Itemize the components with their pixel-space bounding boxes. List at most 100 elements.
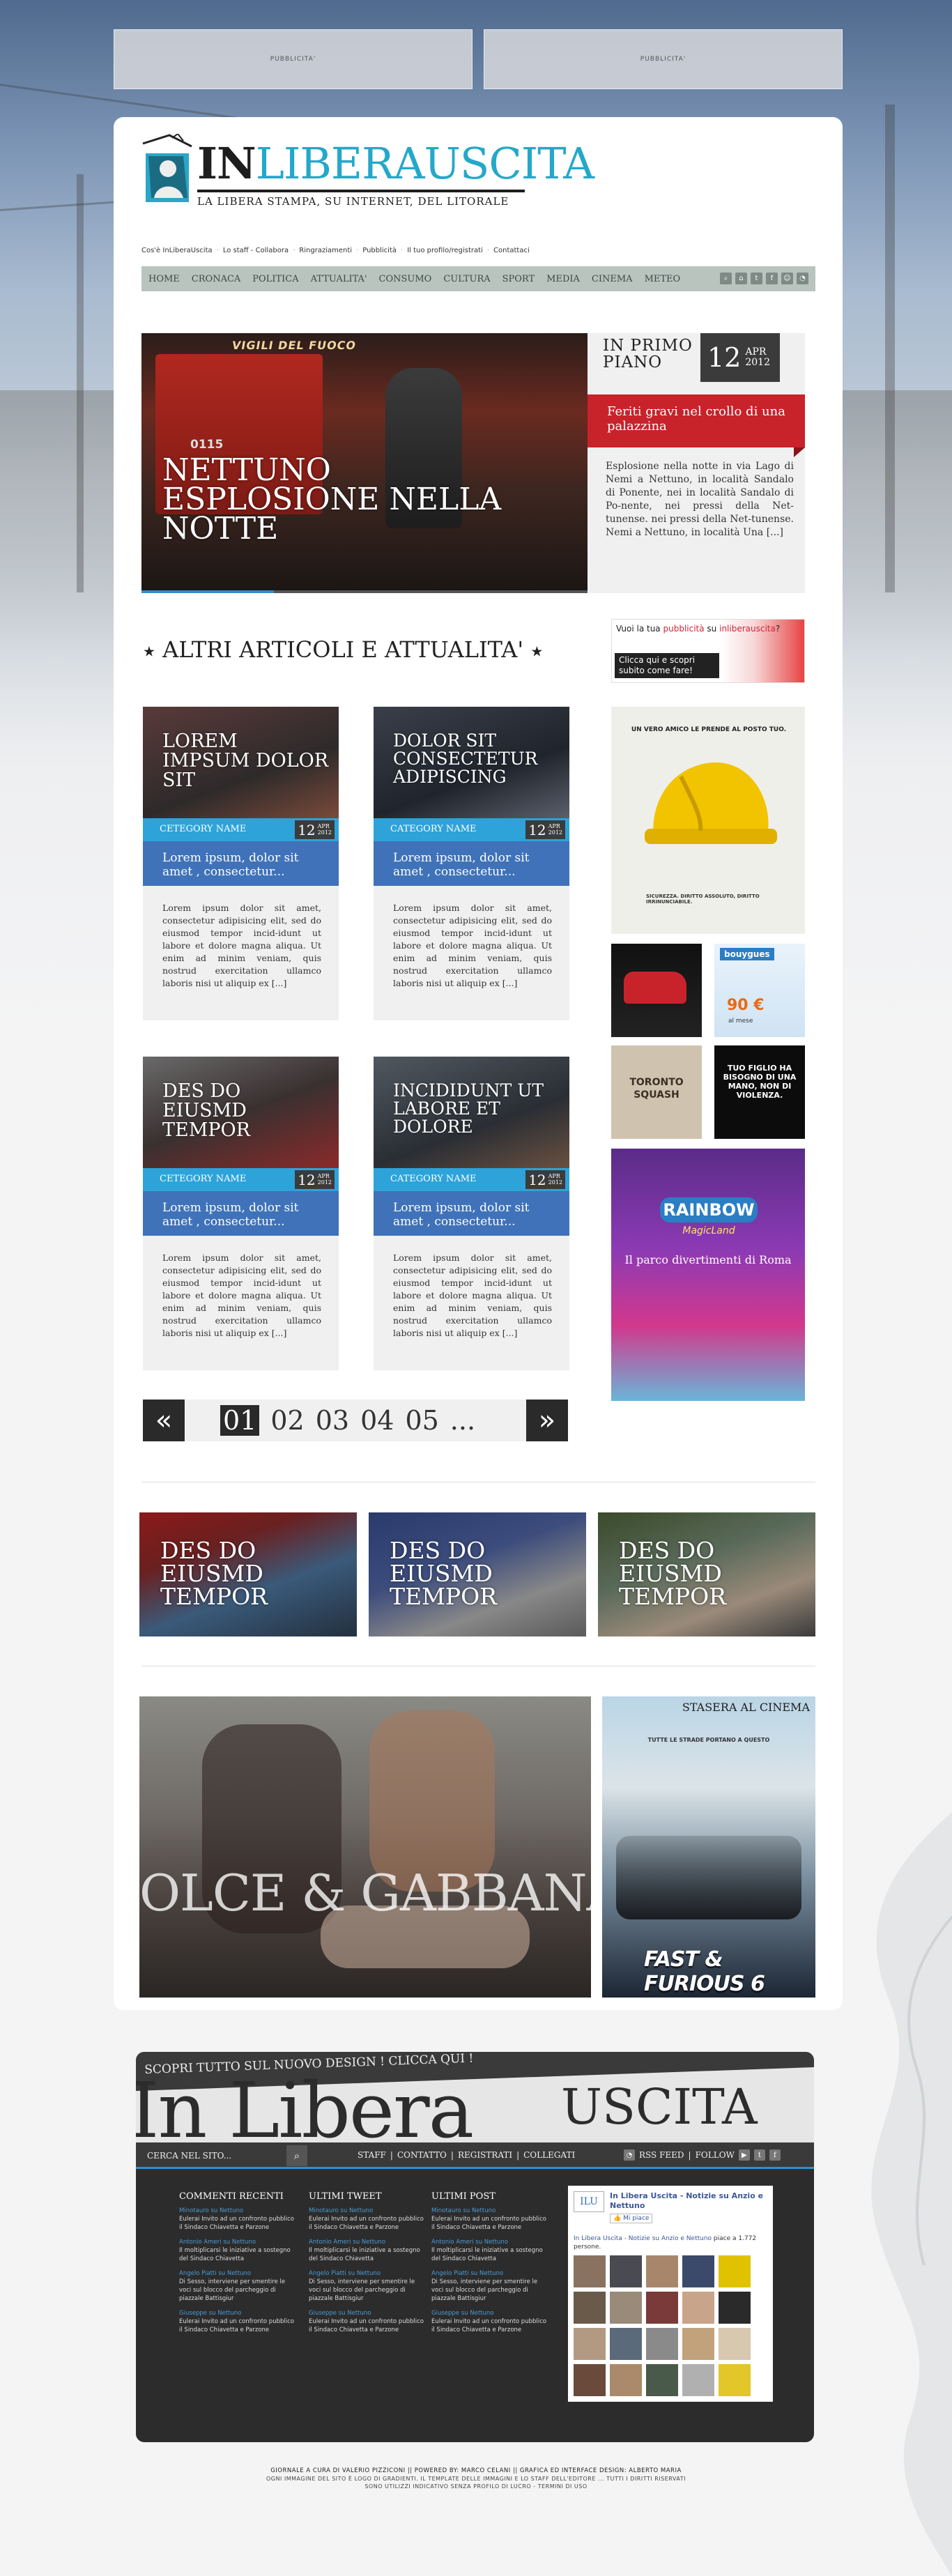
footer-item[interactable]: Minotauro su Nettuno Eulerai Invito ad un… xyxy=(309,2207,427,2232)
ad-dolce-gabbana[interactable]: OLCE & GABBANA xyxy=(139,1696,591,1998)
avatar[interactable] xyxy=(682,2255,714,2287)
ad-banner-top-right[interactable]: PUBBLICITA' xyxy=(484,29,843,89)
toplink-staff[interactable]: Lo staff - Collabora xyxy=(223,247,289,254)
article-title[interactable]: INCIDIDUNT UT LABORE ET DOLORE xyxy=(393,1082,560,1136)
footer-search[interactable]: CERCA NEL SITO... ⌕ xyxy=(144,2145,307,2166)
footer-item[interactable]: Giuseppe su Nettuno Eulerai Invito ad un … xyxy=(431,2310,550,2334)
footer-item-author[interactable]: Angelo Piatti su Nettuno xyxy=(431,2270,550,2278)
footer-item[interactable]: Angelo Piatti su Nettuno Di Sesso, interv… xyxy=(431,2270,550,2303)
footer-item-author[interactable]: Minotauro su Nettuno xyxy=(179,2207,298,2215)
footer-item-author[interactable]: Giuseppe su Nettuno xyxy=(309,2310,427,2317)
article-card[interactable]: LOREM IMPSUM DOLOR SIT CETEGORY NAME 12 … xyxy=(143,707,339,1020)
article-card[interactable]: DOLOR SIT CONSECTETUR ADIPISCING CATEGOR… xyxy=(374,707,569,1020)
pagination-next-button[interactable]: » xyxy=(526,1400,568,1441)
toplink-about[interactable]: Cos'è InLiberaUscita xyxy=(141,247,213,254)
twitter-icon[interactable]: t xyxy=(751,273,762,284)
avatar[interactable] xyxy=(646,2328,678,2360)
avatar[interactable] xyxy=(646,2255,678,2287)
avatar[interactable] xyxy=(574,2292,606,2324)
ad-helmet[interactable]: UN VERO AMICO LE PRENDE AL POSTO TUO. SI… xyxy=(611,707,805,934)
footer-item-author[interactable]: Minotauro su Nettuno xyxy=(309,2207,427,2215)
ad-squash[interactable]: TORONTO SQUASH xyxy=(611,1045,702,1139)
feature-title[interactable]: DES DO EIUSMD TEMPOR xyxy=(619,1539,815,1608)
avatar[interactable] xyxy=(574,2328,606,2360)
home-icon[interactable]: ⌂ xyxy=(735,273,747,284)
avatar[interactable] xyxy=(574,2255,606,2287)
pagination-prev-button[interactable]: « xyxy=(143,1400,185,1441)
ad-violenza[interactable]: TUO FIGLIO HA BISOGNO DI UNA MANO, NON D… xyxy=(714,1045,805,1139)
footer-item[interactable]: Giuseppe su Nettuno Eulerai Invito ad un … xyxy=(179,2310,298,2334)
nav-sport[interactable]: SPORT xyxy=(502,274,535,284)
feature-title[interactable]: DES DO EIUSMD TEMPOR xyxy=(390,1539,586,1608)
footer-item-author[interactable]: Giuseppe su Nettuno xyxy=(179,2310,298,2317)
avatar[interactable] xyxy=(719,2255,751,2287)
nav-politica[interactable]: POLITICA xyxy=(252,274,298,284)
logo-title[interactable]: INLIBERAUSCITA xyxy=(197,138,594,189)
avatar[interactable] xyxy=(682,2328,714,2360)
ad-banner-top-left[interactable]: PUBBLICITA' xyxy=(114,29,473,89)
fb-page-logo[interactable]: ILU xyxy=(574,2191,604,2212)
fb-desc-link[interactable]: In Libera Uscita - Notizie su Anzio e Ne… xyxy=(574,2235,712,2242)
facebook-icon[interactable]: f xyxy=(766,273,778,284)
nav-meteo[interactable]: METEO xyxy=(645,274,681,284)
avatar[interactable] xyxy=(719,2364,751,2396)
feature-card[interactable]: DES DO EIUSMD TEMPOR xyxy=(598,1512,815,1636)
facebook-icon[interactable]: f xyxy=(769,2149,781,2161)
footer-rss[interactable]: RSS FEED xyxy=(639,2150,684,2160)
footer-item[interactable]: Antonio Ameri su Nettuno Il moltiplicarsi… xyxy=(309,2239,427,2263)
footer-item-author[interactable]: Antonio Ameri su Nettuno xyxy=(179,2239,298,2246)
footer-link-staff[interactable]: STAFF xyxy=(358,2150,386,2160)
avatar[interactable] xyxy=(646,2364,678,2396)
ad-cta[interactable]: Clicca qui e scopri subito come fare! xyxy=(615,653,719,678)
feature-card[interactable]: DES DO EIUSMD TEMPOR xyxy=(139,1512,357,1636)
footer-link-collegati[interactable]: COLLEGATI xyxy=(523,2150,575,2160)
article-category[interactable]: CATEGORY NAME xyxy=(390,1174,477,1184)
page-5[interactable]: 05 xyxy=(405,1405,438,1436)
ad-rainbow-magicland[interactable]: RAINBOW MagicLand Il parco divertimenti … xyxy=(611,1149,805,1401)
avatar[interactable] xyxy=(646,2292,678,2324)
avatar[interactable] xyxy=(610,2328,642,2360)
avatar[interactable] xyxy=(719,2328,751,2360)
ad-car[interactable] xyxy=(611,944,702,1037)
article-subtitle[interactable]: Lorem ipsum, dolor sit amet , consectetu… xyxy=(374,1191,569,1236)
footer-item[interactable]: Antonio Ameri su Nettuno Il moltiplicarsi… xyxy=(179,2239,298,2263)
nav-cultura[interactable]: CULTURA xyxy=(443,274,490,284)
ad-bouygues[interactable]: bouygues 90 € al mese xyxy=(714,944,805,1037)
footer-banner[interactable]: SCOPRI TUTTO SUL NUOVO DESIGN ! CLICCA Q… xyxy=(136,2052,814,2142)
page-1[interactable]: 01 xyxy=(220,1405,260,1436)
nav-consumo[interactable]: CONSUMO xyxy=(379,274,432,284)
feature-card[interactable]: DES DO EIUSMD TEMPOR xyxy=(369,1512,586,1636)
footer-item[interactable]: Antonio Ameri su Nettuno Il moltiplicarsi… xyxy=(431,2239,550,2263)
toplink-profile[interactable]: Il tuo profilo/registrati xyxy=(407,247,483,254)
footer-item-author[interactable]: Antonio Ameri su Nettuno xyxy=(431,2239,550,2246)
article-subtitle[interactable]: Lorem ipsum, dolor sit amet , consectetu… xyxy=(374,841,569,886)
avatar[interactable] xyxy=(610,2255,642,2287)
page-3[interactable]: 03 xyxy=(316,1405,349,1436)
nav-cinema[interactable]: CINEMA xyxy=(592,274,633,284)
site-logo[interactable] xyxy=(141,132,193,208)
footer-link-registrati[interactable]: REGISTRATI xyxy=(458,2150,512,2160)
footer-item-author[interactable]: Angelo Piatti su Nettuno xyxy=(309,2270,427,2278)
avatar[interactable] xyxy=(610,2292,642,2324)
nav-attualita[interactable]: ATTUALITA' xyxy=(311,274,367,284)
rss-icon[interactable]: ◔ xyxy=(624,2149,635,2161)
twitter-icon[interactable]: t xyxy=(753,2149,765,2161)
nav-home[interactable]: HOME xyxy=(148,274,180,284)
footer-item[interactable]: Angelo Piatti su Nettuno Di Sesso, interv… xyxy=(309,2270,427,2303)
article-card[interactable]: INCIDIDUNT UT LABORE ET DOLORE CATEGORY … xyxy=(374,1057,569,1370)
footer-item[interactable]: Minotauro su Nettuno Eulerai Invito ad un… xyxy=(179,2207,298,2232)
article-category[interactable]: CETEGORY NAME xyxy=(160,1174,246,1184)
avatar[interactable] xyxy=(719,2292,751,2324)
footer-item[interactable]: Angelo Piatti su Nettuno Di Sesso, interv… xyxy=(179,2270,298,2303)
article-subtitle[interactable]: Lorem ipsum, dolor sit amet , consectetu… xyxy=(143,841,339,886)
page-more[interactable]: ... xyxy=(450,1405,475,1436)
footer-search-input[interactable]: CERCA NEL SITO... xyxy=(147,2151,231,2161)
footer-item-author[interactable]: Minotauro su Nettuno xyxy=(431,2207,550,2215)
toplink-ads[interactable]: Pubblicità xyxy=(362,247,397,254)
toplink-thanks[interactable]: Ringraziamenti xyxy=(299,247,352,254)
feature-title[interactable]: DES DO EIUSMD TEMPOR xyxy=(160,1539,357,1608)
nav-cronaca[interactable]: CRONACA xyxy=(192,274,241,284)
article-title[interactable]: LOREM IMPSUM DOLOR SIT xyxy=(162,732,330,790)
search-icon[interactable]: ⌕ xyxy=(720,273,732,284)
article-title[interactable]: DES DO EIUSMD TEMPOR xyxy=(162,1082,330,1140)
